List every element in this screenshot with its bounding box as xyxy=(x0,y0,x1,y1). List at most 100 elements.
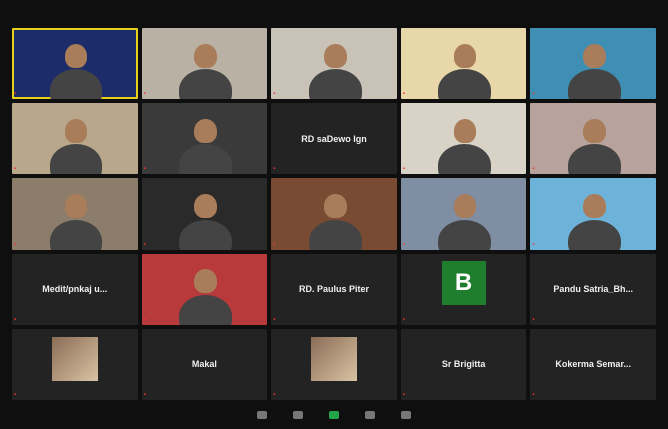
profile-photo xyxy=(51,336,98,381)
participant-tile[interactable]: ▪ xyxy=(12,328,138,400)
person-body-shape xyxy=(179,294,232,325)
mic-muted-icon: ▪ xyxy=(14,391,17,398)
person-head-shape xyxy=(194,43,217,68)
meeting-toolbar xyxy=(0,403,668,429)
mic-muted-icon: ▪ xyxy=(143,241,146,248)
participant-tile[interactable]: ▪ xyxy=(141,103,268,175)
participant-tile[interactable]: ▪ xyxy=(530,103,656,175)
person-body-shape xyxy=(568,219,621,250)
mic-muted-icon: ▪ xyxy=(273,91,276,98)
toolbar-button[interactable] xyxy=(365,411,375,421)
person-body-shape xyxy=(49,69,103,100)
profile-photo xyxy=(310,336,357,381)
mic-muted-icon: ▪ xyxy=(143,316,146,323)
toolbar-button[interactable] xyxy=(329,411,339,421)
participant-tile[interactable]: Kokerma Semar... ▪ xyxy=(530,328,656,400)
participant-video xyxy=(401,103,527,175)
participant-tile[interactable]: ▪ xyxy=(141,178,268,250)
mic-muted-icon: ▪ xyxy=(402,241,405,248)
mic-muted-icon: ▪ xyxy=(402,91,405,98)
reactions-icon xyxy=(401,411,411,419)
participant-tile[interactable]: ▪ xyxy=(400,103,527,175)
share-screen-icon xyxy=(329,411,339,419)
mic-muted-icon: ▪ xyxy=(402,166,405,173)
person-head-shape xyxy=(453,118,477,144)
person-body-shape xyxy=(179,69,232,100)
participant-tile[interactable]: Pandu Satria_Bh... ▪ xyxy=(530,253,656,325)
mic-muted-icon: ▪ xyxy=(273,241,276,248)
participant-name-label: Kokerma Semar... xyxy=(555,359,631,370)
mic-muted-icon: ▪ xyxy=(14,241,17,248)
mic-muted-icon: ▪ xyxy=(273,391,276,398)
participant-video xyxy=(271,28,397,100)
participant-tile[interactable]: ▪ xyxy=(141,253,268,325)
participant-video xyxy=(142,28,268,100)
participant-video xyxy=(401,178,527,250)
participant-tile[interactable]: ▪ xyxy=(271,178,397,250)
participant-tile[interactable]: ▪ xyxy=(271,328,397,400)
mic-muted-icon: ▪ xyxy=(402,391,405,398)
mic-muted-icon: ▪ xyxy=(14,316,17,323)
participant-video xyxy=(401,28,527,100)
participant-tile[interactable]: RD. Paulus Piter ▪ xyxy=(271,253,397,325)
participant-tile[interactable]: ▪ xyxy=(400,28,527,100)
toolbar-button[interactable] xyxy=(401,411,411,421)
gallery-grid: ▪ ▪ ▪ ▪ ▪ ▪ ▪ RD saDewo Ign ▪ ▪ ▪ ▪ ▪ ▪ ▪ ▪ Medit/pnkaj … xyxy=(12,28,656,400)
person-body-shape xyxy=(438,144,492,175)
person-head-shape xyxy=(453,194,477,219)
toolbar-button[interactable] xyxy=(257,411,267,421)
participant-tile[interactable]: ▪ xyxy=(400,178,527,250)
participant-video xyxy=(12,178,138,250)
mic-muted-icon: ▪ xyxy=(143,91,146,98)
participant-name-label: Makal xyxy=(191,359,217,370)
participant-tile[interactable]: RD saDewo Ign ▪ xyxy=(271,103,397,175)
person-head-shape xyxy=(453,43,477,68)
person-body-shape xyxy=(49,144,103,175)
mic-muted-icon: ▪ xyxy=(273,166,276,173)
participant-video xyxy=(142,254,268,325)
participant-name-label: Sr Brigitta xyxy=(441,359,486,370)
participant-video xyxy=(530,28,656,100)
toolbar-button[interactable] xyxy=(293,411,303,421)
zoom-meeting-window: ▪ ▪ ▪ ▪ ▪ ▪ ▪ RD saDewo Ign ▪ ▪ ▪ ▪ ▪ ▪ ▪ ▪ Medit/pnkaj … xyxy=(0,0,668,429)
person-body-shape xyxy=(308,69,362,100)
participant-tile[interactable]: Sr Brigitta ▪ xyxy=(400,328,527,400)
participant-tile[interactable]: Makal ▪ xyxy=(141,328,268,400)
mic-muted-icon: ▪ xyxy=(532,166,535,173)
person-head-shape xyxy=(64,43,88,68)
participant-video xyxy=(530,103,656,175)
participant-tile[interactable]: ▪ xyxy=(530,28,656,100)
participant-tile[interactable]: B ▪ xyxy=(400,253,527,325)
participant-tile[interactable]: ▪ xyxy=(530,178,656,250)
person-body-shape xyxy=(568,144,621,175)
participant-name-label: RD saDewo Ign xyxy=(301,133,367,144)
participant-tile[interactable]: ▪ xyxy=(271,28,397,100)
person-body-shape xyxy=(308,219,362,250)
chat-icon xyxy=(293,411,303,419)
participant-video xyxy=(142,178,268,250)
mic-muted-icon: ▪ xyxy=(143,166,146,173)
mic-muted-icon: ▪ xyxy=(14,91,17,98)
participant-tile[interactable]: ▪ xyxy=(12,103,138,175)
mic-muted-icon: ▪ xyxy=(14,166,17,173)
participant-video xyxy=(271,178,397,250)
person-body-shape xyxy=(179,219,232,250)
person-head-shape xyxy=(194,194,217,219)
participant-tile[interactable]: ▪ xyxy=(141,28,268,100)
person-head-shape xyxy=(194,118,217,144)
mic-muted-icon: ▪ xyxy=(273,316,276,323)
participant-video xyxy=(142,103,268,175)
participant-tile[interactable]: ▪ xyxy=(12,178,138,250)
person-head-shape xyxy=(64,118,88,144)
person-head-shape xyxy=(323,194,347,219)
participant-video xyxy=(12,103,138,175)
mic-muted-icon: ▪ xyxy=(532,91,535,98)
person-body-shape xyxy=(438,69,492,100)
person-body-shape xyxy=(49,219,103,250)
participant-tile[interactable]: ▪ xyxy=(12,28,138,100)
participant-name-label: Medit/pnkaj u... xyxy=(42,284,108,295)
participant-name-label: Pandu Satria_Bh... xyxy=(553,284,633,295)
mic-muted-icon: ▪ xyxy=(402,316,405,323)
participant-tile[interactable]: Medit/pnkaj u... ▪ xyxy=(12,253,138,325)
person-body-shape xyxy=(438,219,492,250)
